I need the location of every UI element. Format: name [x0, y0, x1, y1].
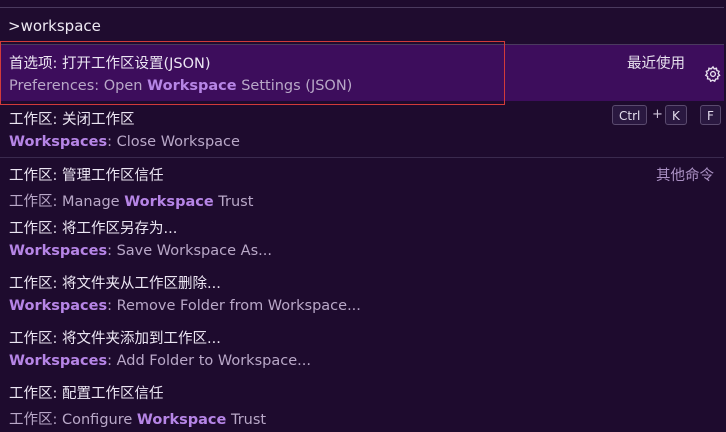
command-item-title: 工作区: 关闭工作区: [9, 112, 135, 128]
command-item-manage-workspace-trust[interactable]: 工作区: 管理工作区信任 工作区: Manage Workspace Trust…: [0, 158, 724, 211]
command-item-subtitle: 工作区: Manage Workspace Trust: [9, 194, 254, 210]
command-item-close-workspace[interactable]: 工作区: 关闭工作区 Workspaces: Close Workspace C…: [0, 101, 724, 157]
command-item-subtitle: Workspaces: Add Folder to Workspace...: [9, 353, 311, 369]
command-item-subtitle: Workspaces: Remove Folder from Workspace…: [9, 298, 361, 314]
command-item-configure-workspace-trust[interactable]: 工作区: 配置工作区信任 工作区: Configure Workspace Tr…: [0, 376, 724, 432]
command-item-save-workspace-as[interactable]: 工作区: 将工作区另存为... Workspaces: Save Workspa…: [0, 211, 724, 266]
command-item-subtitle: Preferences: Open Workspace Settings (JS…: [9, 78, 353, 94]
command-item-remove-folder-from-workspace[interactable]: 工作区: 将文件夹从工作区删除... Workspaces: Remove Fo…: [0, 266, 724, 321]
keybinding-key: K: [665, 105, 687, 125]
command-item-title: 工作区: 将工作区另存为...: [9, 221, 178, 237]
keybinding-key: F: [700, 105, 721, 125]
group-label-recently-used: 最近使用: [627, 56, 685, 72]
command-item-subtitle: Workspaces: Close Workspace: [9, 134, 240, 150]
keybinding-key: Ctrl: [612, 105, 648, 125]
command-item-subtitle: Workspaces: Save Workspace As...: [9, 243, 272, 259]
command-item-title: 工作区: 将文件夹从工作区删除...: [9, 276, 221, 292]
command-item-title: 工作区: 将文件夹添加到工作区...: [9, 331, 221, 347]
gear-icon[interactable]: [704, 65, 722, 83]
command-item-title: 首选项: 打开工作区设置(JSON): [9, 56, 211, 72]
keybinding-plus: +: [652, 107, 663, 122]
command-item-add-folder-to-workspace[interactable]: 工作区: 将文件夹添加到工作区... Workspaces: Add Folde…: [0, 321, 724, 376]
command-item-title: 工作区: 配置工作区信任: [9, 386, 164, 402]
command-input[interactable]: [8, 14, 708, 38]
command-input-box[interactable]: [0, 7, 724, 45]
command-item-title: 工作区: 管理工作区信任: [9, 168, 164, 184]
command-item-subtitle: 工作区: Configure Workspace Trust: [9, 412, 267, 428]
command-palette: 首选项: 打开工作区设置(JSON) Preferences: Open Wor…: [0, 0, 726, 432]
command-item-open-workspace-settings-json[interactable]: 首选项: 打开工作区设置(JSON) Preferences: Open Wor…: [0, 45, 724, 101]
group-label-other-commands: 其他命令: [656, 168, 714, 184]
